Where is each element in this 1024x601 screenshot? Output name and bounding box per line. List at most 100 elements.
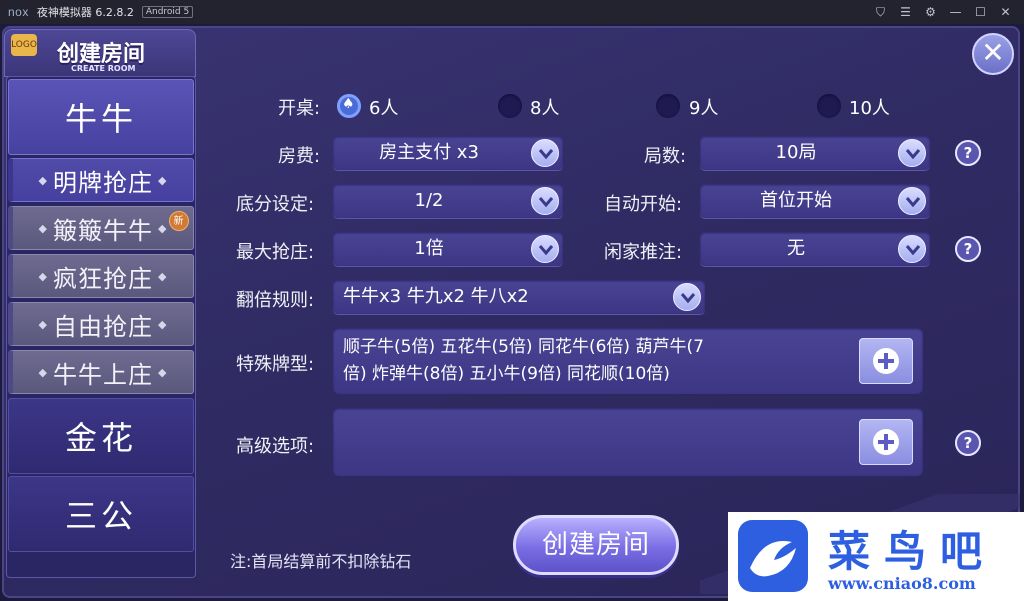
fee-value: 房主支付 x3: [379, 142, 479, 163]
idlebet-label: 闲家推注:: [604, 242, 683, 263]
fee-select[interactable]: 房主支付 x3: [333, 136, 563, 170]
sidebar-item-label: 自由抢庄: [53, 312, 153, 341]
diamond-icon: ◆: [38, 221, 48, 235]
diamond-icon: ◆: [158, 269, 168, 283]
sidebar-item-niuniu[interactable]: 牛牛: [8, 79, 194, 155]
radio-10[interactable]: [817, 94, 841, 118]
autostart-select[interactable]: 首位开始: [700, 184, 930, 218]
rounds-label: 局数:: [644, 146, 687, 167]
double-label: 翻倍规则:: [236, 290, 315, 311]
diamond-icon: ◆: [38, 365, 48, 379]
chevron-down-icon: [898, 187, 926, 215]
rounds-select[interactable]: 10局: [700, 136, 930, 170]
create-room-button[interactable]: 创建房间: [513, 515, 679, 575]
app-title: 夜神模拟器 6.2.8.2: [36, 6, 134, 19]
sidebar-item-label: 三公: [64, 497, 137, 535]
window-titlebar: nox 夜神模拟器 6.2.8.2 Android 5 ⛉ ☰ ⚙ — ☐ ✕: [0, 0, 1024, 24]
table-size-label: 开桌:: [278, 98, 321, 119]
sidebar-item-fengkuang[interactable]: ◆ 疯狂抢庄 ◆: [8, 254, 194, 298]
chevron-down-icon: [898, 235, 926, 263]
bird-logo-icon: [738, 520, 808, 592]
advanced-add-button[interactable]: [859, 419, 913, 465]
sidebar-item-label: 牛牛: [64, 100, 137, 138]
gear-icon[interactable]: ⚙: [918, 5, 943, 19]
diamond-icon: ◆: [158, 317, 168, 331]
special-label: 特殊牌型:: [236, 354, 315, 375]
maxbanker-label: 最大抢庄:: [236, 242, 315, 263]
shirt-icon[interactable]: ⛉: [868, 5, 893, 20]
diamond-note: 注:首局结算前不扣除钻石: [230, 552, 412, 571]
base-value: 1/2: [414, 190, 444, 211]
watermark-name: 菜鸟吧: [828, 527, 997, 576]
sidebar-item-jinhua[interactable]: 金花: [8, 398, 194, 474]
menu-icon[interactable]: ☰: [893, 5, 918, 19]
advanced-help-icon[interactable]: ?: [955, 430, 981, 456]
diamond-icon: ◆: [158, 365, 168, 379]
radio-6[interactable]: ♠: [337, 94, 361, 118]
sidebar-item-label: 牛牛上庄: [53, 360, 153, 389]
idlebet-value: 无: [787, 238, 805, 259]
diamond-icon: ◆: [38, 317, 48, 331]
chevron-down-icon: [898, 139, 926, 167]
double-value: 牛牛x3 牛九x2 牛八x2: [343, 286, 529, 307]
sidebar-item-label: 明牌抢庄: [53, 168, 153, 197]
nox-logo: nox: [8, 5, 29, 19]
brand-badge: LOGO: [11, 34, 37, 56]
special-hands-line2: 倍) 炸弹牛(8倍) 五小牛(9倍) 同花顺(10倍): [343, 364, 670, 384]
special-add-button[interactable]: [859, 338, 913, 384]
autostart-label: 自动开始:: [604, 194, 683, 215]
plus-icon: [873, 348, 899, 374]
watermark-url: www.cniao8.com: [828, 574, 976, 593]
sidebar-item-label: 簸簸牛牛: [53, 216, 153, 245]
sidebar-item-label: 疯狂抢庄: [53, 264, 153, 293]
radio-8[interactable]: [498, 94, 522, 118]
base-label: 底分设定:: [236, 194, 315, 215]
window-controls: ⛉ ☰ ⚙ — ☐ ✕: [868, 0, 1018, 24]
sidebar-item-ziyou[interactable]: ◆ 自由抢庄 ◆: [8, 302, 194, 346]
chevron-down-icon: [531, 139, 559, 167]
maxbanker-select[interactable]: 1倍: [333, 232, 563, 266]
sidebar-item-sangong[interactable]: 三公: [8, 476, 194, 552]
advanced-box: [333, 408, 923, 476]
close-icon[interactable]: ✕: [993, 5, 1018, 19]
diamond-icon: ◆: [158, 173, 168, 187]
spade-icon: ♠: [342, 96, 355, 112]
chevron-down-icon: [531, 235, 559, 263]
special-hands-line1: 顺子牛(5倍) 五花牛(5倍) 同花牛(6倍) 葫芦牛(7: [343, 337, 704, 357]
header-subtitle: CREATE ROOM: [71, 64, 136, 73]
advanced-label: 高级选项:: [236, 436, 315, 457]
rounds-value: 10局: [775, 142, 817, 163]
diamond-icon: ◆: [38, 269, 48, 283]
android-version-badge: Android 5: [141, 6, 194, 18]
new-badge: 新: [169, 211, 189, 231]
chevron-down-icon: [673, 283, 701, 311]
special-hands-box: 顺子牛(5倍) 五花牛(5倍) 同花牛(6倍) 葫芦牛(7 倍) 炸弹牛(8倍)…: [333, 328, 923, 394]
idlebet-select[interactable]: 无: [700, 232, 930, 266]
close-button[interactable]: ✕: [972, 33, 1014, 75]
chevron-down-icon: [531, 187, 559, 215]
autostart-value: 首位开始: [760, 190, 832, 211]
sidebar-item-label: 金花: [64, 419, 137, 457]
sidebar-item-bobo[interactable]: ◆ 簸簸牛牛 ◆ 新: [8, 206, 194, 250]
special-hands-text: 顺子牛(5倍) 五花牛(5倍) 同花牛(6倍) 葫芦牛(7 倍) 炸弹牛(8倍)…: [343, 334, 783, 388]
radio-label-9: 9人: [689, 98, 719, 119]
create-room-header: LOGO 创建房间 CREATE ROOM: [4, 29, 196, 77]
maximize-icon[interactable]: ☐: [968, 5, 993, 19]
rounds-help-icon[interactable]: ?: [955, 140, 981, 166]
double-select[interactable]: 牛牛x3 牛九x2 牛八x2: [333, 280, 705, 314]
diamond-icon: ◆: [158, 221, 168, 235]
radio-label-8: 8人: [530, 98, 560, 119]
idlebet-help-icon[interactable]: ?: [955, 236, 981, 262]
maxbanker-value: 1倍: [414, 238, 444, 259]
watermark: 菜鸟吧 www.cniao8.com: [728, 512, 1024, 601]
plus-icon: [873, 429, 899, 455]
radio-label-6: 6人: [369, 98, 399, 119]
radio-9[interactable]: [656, 94, 680, 118]
base-select[interactable]: 1/2: [333, 184, 563, 218]
diamond-icon: ◆: [38, 173, 48, 187]
fee-label: 房费:: [278, 146, 321, 167]
minimize-icon[interactable]: —: [943, 5, 968, 19]
sidebar-item-mingpai[interactable]: ◆ 明牌抢庄 ◆: [8, 158, 194, 202]
radio-label-10: 10人: [849, 98, 890, 119]
sidebar-item-shangzhuang[interactable]: ◆ 牛牛上庄 ◆: [8, 350, 194, 394]
